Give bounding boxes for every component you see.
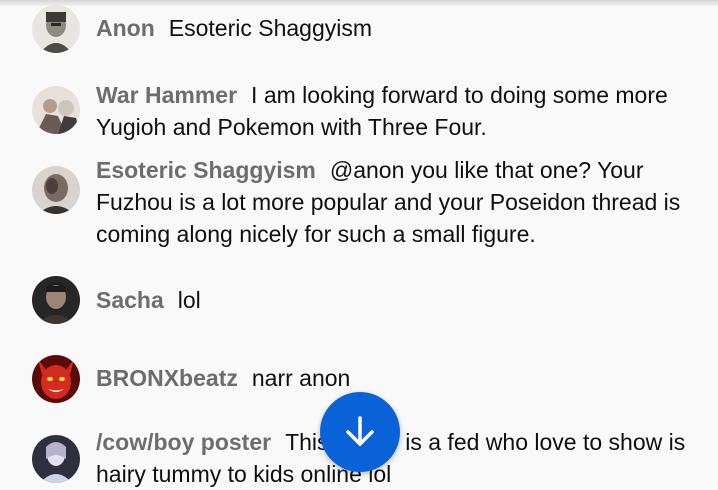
avatar[interactable] [32, 435, 80, 483]
arrow-down-icon [346, 416, 374, 446]
message-text: Esoteric Shaggyism [168, 15, 373, 41]
message-text-block: Esoteric Shaggyism @anon you like that on… [96, 154, 692, 250]
author-name[interactable]: /cow/boy poster [96, 429, 271, 455]
author-name[interactable]: BRONXbeatz [96, 365, 238, 391]
message-text-line: Sacha lol [96, 284, 692, 316]
message-text-line: BRONXbeatz narr anon [96, 362, 692, 394]
scroll-to-bottom-button[interactable] [320, 392, 400, 472]
author-name[interactable]: Sacha [96, 287, 164, 313]
message-text-block: War Hammer I am looking forward to doing … [96, 79, 692, 143]
author-name[interactable]: War Hammer [96, 82, 237, 108]
avatar[interactable] [32, 166, 80, 214]
message-text-line: Anon Esoteric Shaggyism [96, 12, 692, 44]
avatar[interactable] [32, 355, 80, 403]
author-name[interactable]: Anon [96, 15, 155, 41]
message-text: lol [177, 287, 201, 313]
author-name[interactable]: Esoteric Shaggyism [96, 157, 316, 183]
avatar[interactable] [32, 276, 80, 324]
avatar[interactable] [32, 5, 80, 53]
avatar[interactable] [32, 86, 80, 134]
message-text: narr anon [251, 365, 351, 391]
